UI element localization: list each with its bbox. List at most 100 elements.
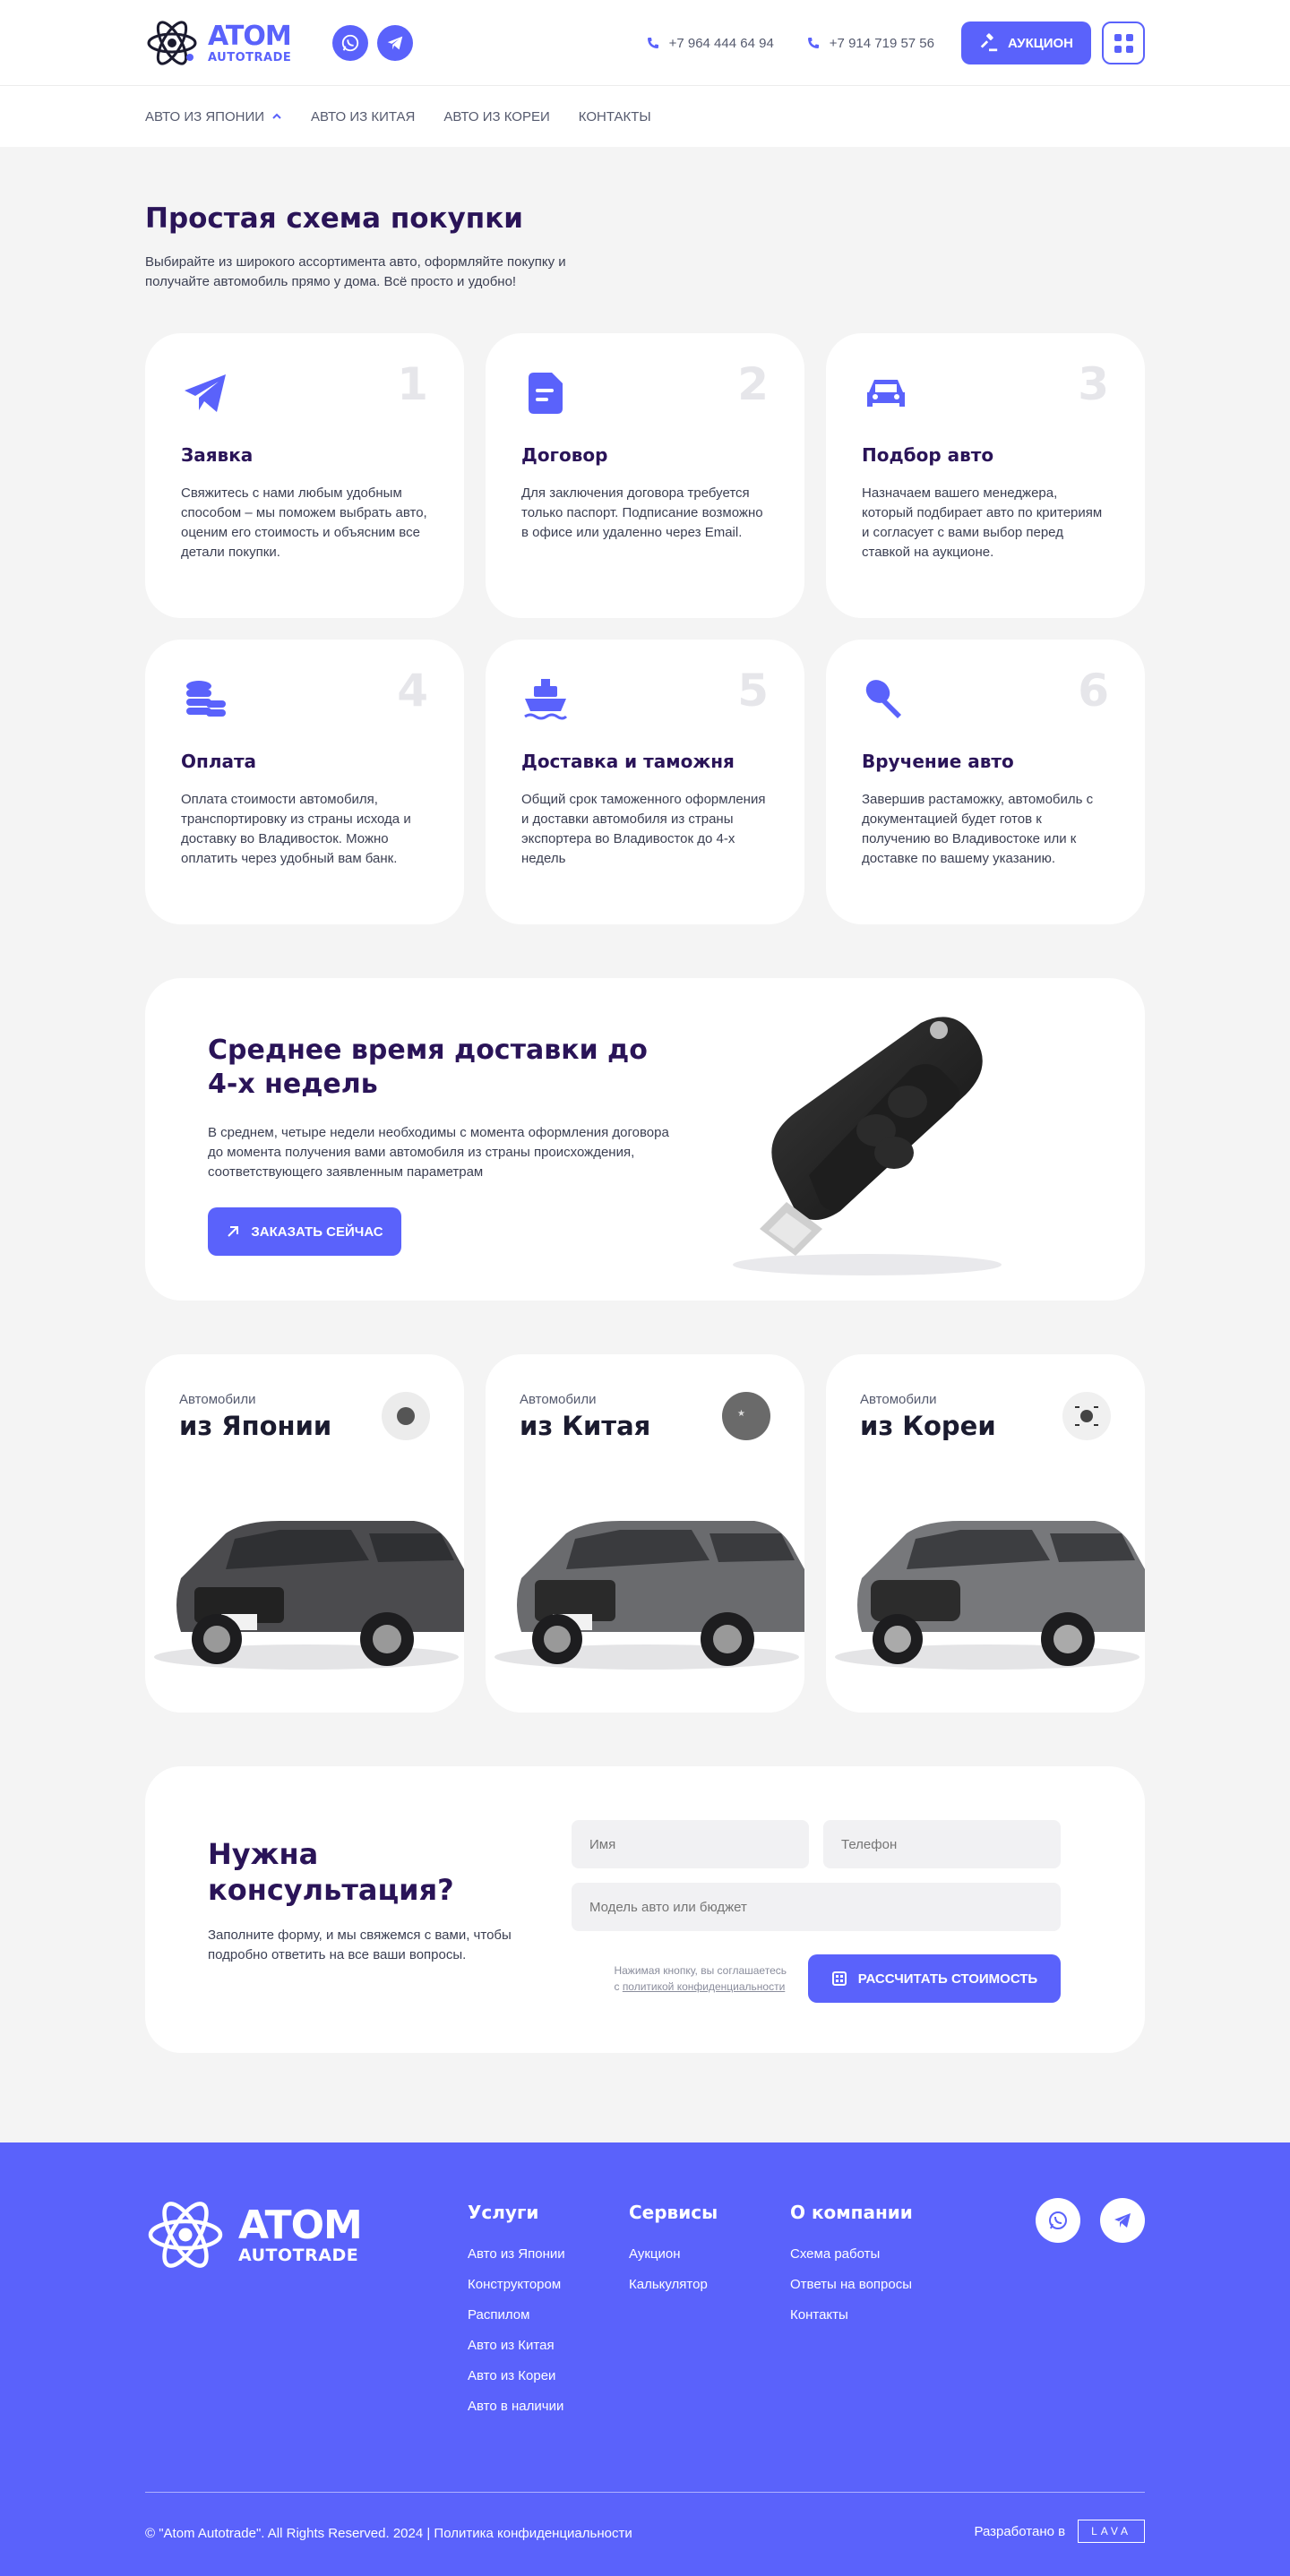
step-number: 2 bbox=[737, 358, 769, 410]
step-text: Завершив растаможку, автомобиль с докуме… bbox=[862, 792, 1094, 866]
header-socials bbox=[332, 25, 414, 61]
car-icon bbox=[862, 369, 910, 417]
step-card: 4 Оплата Оплата стоимости автомобиля, тр… bbox=[145, 640, 464, 924]
document-icon bbox=[521, 369, 570, 417]
footer-link[interactable]: Контакты bbox=[790, 2307, 913, 2323]
footer-col-title: О компании bbox=[790, 2202, 913, 2223]
footer-link[interactable]: Аукцион bbox=[629, 2246, 718, 2262]
footer-link[interactable]: Схема работы bbox=[790, 2246, 913, 2262]
step-title: Доставка и таможня bbox=[521, 751, 735, 772]
phone-number-1: +7 964 444 64 94 bbox=[668, 35, 774, 51]
atom-logo-icon bbox=[147, 21, 197, 65]
telegram-icon bbox=[388, 36, 403, 50]
logo-subtitle: AUTOTRADE bbox=[208, 50, 292, 64]
footer-col-services: Услуги Авто из Японии Конструктором Расп… bbox=[468, 2202, 565, 2414]
promo-title: Среднее время доставки до 4-х недель bbox=[208, 1035, 648, 1100]
step-text: Оплата стоимости автомобиля, транспортир… bbox=[181, 792, 411, 866]
footer-logo[interactable]: ATOM AUTOTRADE bbox=[145, 2194, 363, 2275]
step-text: Свяжитесь с нами любым удобным способом … bbox=[181, 485, 427, 560]
whatsapp-icon bbox=[342, 34, 359, 52]
top-header: ATOM AUTOTRADE +7 964 444 64 94 +7 914 7… bbox=[0, 0, 1290, 86]
steps-title: Простая схема покупки bbox=[145, 202, 523, 235]
auction-label: Аукцион bbox=[1008, 35, 1073, 51]
step-number: 4 bbox=[397, 665, 428, 717]
step-title: Заявка bbox=[181, 444, 254, 466]
lava-logo: LAVA bbox=[1078, 2520, 1145, 2543]
developer-credit[interactable]: Разработано в LAVA bbox=[974, 2520, 1145, 2543]
footer-link[interactable]: Авто из Японии bbox=[468, 2246, 565, 2262]
calculate-label: Рассчитать стоимость bbox=[857, 1971, 1038, 1987]
steps-grid: 1 Заявка Свяжитесь с нами любым удобным … bbox=[145, 333, 1145, 924]
footer-link[interactable]: Распилом bbox=[468, 2307, 565, 2323]
calculator-icon bbox=[831, 1971, 847, 1986]
main-content: Простая схема покупки Выбирайте из широк… bbox=[145, 202, 1145, 2053]
developed-by-label: Разработано в bbox=[974, 2523, 1066, 2539]
korea-flag-icon bbox=[1062, 1392, 1111, 1440]
key-icon bbox=[862, 675, 910, 724]
name-input[interactable] bbox=[572, 1820, 809, 1868]
auction-button[interactable]: Аукцион bbox=[961, 21, 1091, 64]
whatsapp-button[interactable] bbox=[332, 25, 369, 61]
footer-link[interactable]: Авто из Кореи bbox=[468, 2368, 565, 2383]
china-flag-icon: ★ bbox=[722, 1392, 770, 1440]
footer-logo-title: ATOM bbox=[238, 2202, 363, 2248]
country-card-japan[interactable]: Автомобили из Японии bbox=[145, 1354, 464, 1713]
country-cards: Автомобили из Японии Автомобили из Китая… bbox=[145, 1354, 1145, 1713]
consultation-section: Нужна консультация? Заполните форму, и м… bbox=[145, 1766, 1145, 2053]
consult-form: Нажимая кнопку, вы соглашаетесь с полити… bbox=[572, 1820, 1061, 2003]
whatsapp-button[interactable] bbox=[1036, 2198, 1080, 2243]
nav-item-contacts[interactable]: Контакты bbox=[579, 109, 651, 125]
nav-label: Авто из Японии bbox=[145, 108, 265, 125]
footer-link[interactable]: Авто в наличии bbox=[468, 2399, 565, 2414]
footer-col-title: Сервисы bbox=[629, 2202, 718, 2223]
step-card: 1 Заявка Свяжитесь с нами любым удобным … bbox=[145, 333, 464, 618]
step-number: 3 bbox=[1078, 358, 1109, 410]
phone-input[interactable] bbox=[823, 1820, 1061, 1868]
coins-icon bbox=[181, 675, 229, 724]
footer-col-title: Услуги bbox=[468, 2202, 539, 2223]
step-text: Общий срок таможенного оформления и дост… bbox=[521, 792, 766, 866]
privacy-consent: Нажимая кнопку, вы соглашаетесь с полити… bbox=[614, 1962, 787, 1995]
ship-icon bbox=[521, 675, 570, 724]
nav-label: Авто из Китая bbox=[311, 108, 416, 125]
atom-logo-icon bbox=[148, 2202, 223, 2268]
step-text: Для заключения договора требуется только… bbox=[521, 485, 763, 540]
step-number: 6 bbox=[1078, 665, 1109, 717]
paper-plane-icon bbox=[181, 369, 229, 417]
nav-item-japan[interactable]: Авто из Японии bbox=[145, 109, 282, 125]
phone-link-1[interactable]: +7 964 444 64 94 bbox=[646, 36, 774, 51]
footer-link[interactable]: Ответы на вопросы bbox=[790, 2277, 913, 2292]
nav-label: Авто из Кореи bbox=[443, 108, 550, 125]
telegram-button[interactable] bbox=[377, 25, 414, 61]
step-title: Вручение авто bbox=[862, 751, 1014, 772]
footer-divider bbox=[145, 2492, 1145, 2493]
calculate-cost-button[interactable]: Рассчитать стоимость bbox=[808, 1954, 1061, 2003]
footer-socials bbox=[1036, 2198, 1145, 2243]
footer-link[interactable]: Конструктором bbox=[468, 2277, 565, 2292]
phone-icon bbox=[647, 38, 658, 48]
footer-logo-subtitle: AUTOTRADE bbox=[238, 2245, 359, 2265]
nav-item-korea[interactable]: Авто из Кореи bbox=[443, 109, 549, 125]
footer-link[interactable]: Авто из Китая bbox=[468, 2338, 565, 2353]
step-card: 5 Доставка и таможня Общий срок таможенн… bbox=[486, 640, 804, 924]
country-card-china[interactable]: Автомобили из Китая ★ bbox=[486, 1354, 804, 1713]
privacy-policy-link[interactable]: политикой конфиденциальности bbox=[623, 1980, 785, 1993]
promo-text: В среднем, четыре недели необходимы с мо… bbox=[208, 1125, 669, 1180]
logo-title: ATOM bbox=[208, 20, 292, 52]
suv-car-image bbox=[835, 1521, 1145, 1670]
model-budget-input[interactable] bbox=[572, 1883, 1061, 1931]
suv-car-image bbox=[494, 1521, 804, 1670]
grid-menu-button[interactable] bbox=[1102, 21, 1145, 64]
phone-link-2[interactable]: +7 914 719 57 56 bbox=[806, 36, 934, 51]
main-nav: Авто из Японии Авто из Китая Авто из Кор… bbox=[0, 86, 1290, 147]
country-card-korea[interactable]: Автомобили из Кореи bbox=[826, 1354, 1145, 1713]
suv-car-image bbox=[154, 1521, 464, 1670]
logo[interactable]: ATOM AUTOTRADE bbox=[145, 16, 292, 70]
gavel-icon bbox=[980, 33, 998, 52]
telegram-button[interactable] bbox=[1100, 2198, 1145, 2243]
footer-link[interactable]: Калькулятор bbox=[629, 2277, 718, 2292]
step-number: 5 bbox=[737, 665, 769, 717]
consent-prefix: с bbox=[614, 1980, 620, 1993]
order-now-button[interactable]: Заказать сейчас bbox=[208, 1207, 401, 1256]
nav-item-china[interactable]: Авто из Китая bbox=[311, 109, 415, 125]
